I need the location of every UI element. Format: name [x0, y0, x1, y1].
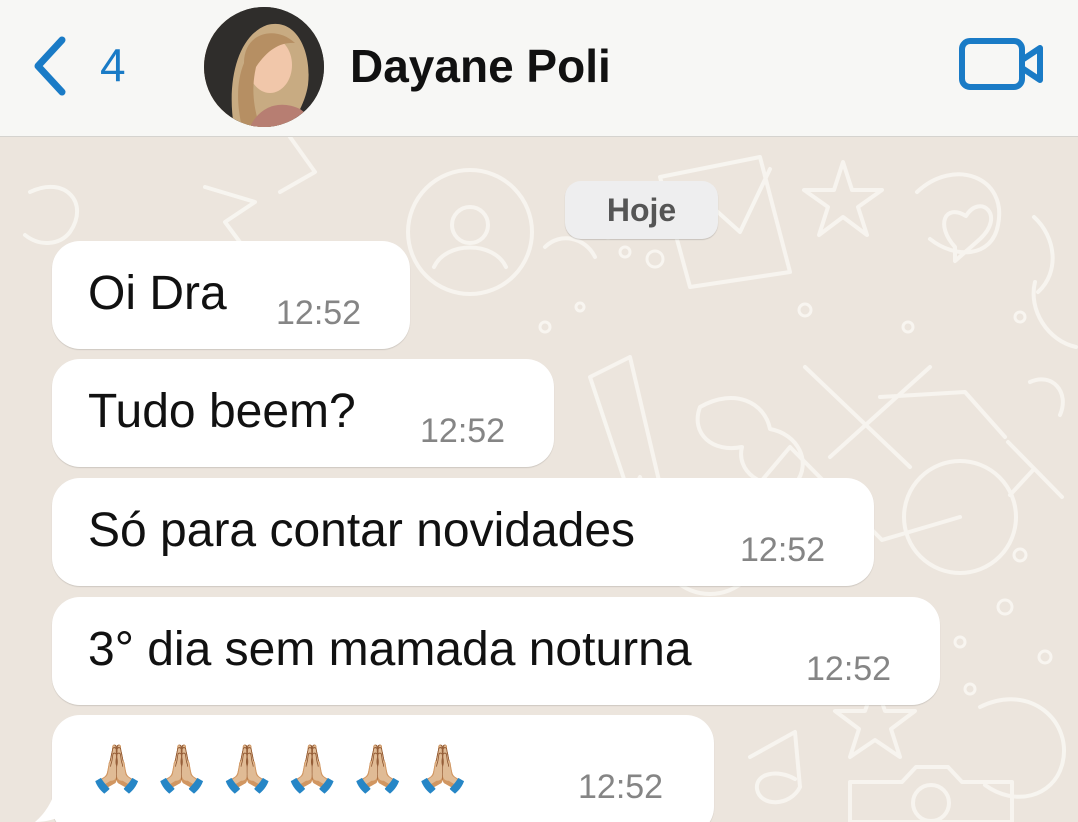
back-chevron-icon[interactable] [28, 34, 72, 98]
message-bubble[interactable]: Tudo beem? 12:52 [52, 359, 554, 467]
chat-area[interactable]: Hoje Oi Dra 12:52 Tudo beem? 12:52 Só pa… [0, 137, 1078, 822]
message-time: 12:52 [740, 531, 826, 569]
video-call-icon[interactable] [958, 36, 1046, 92]
message-bubble[interactable]: Só para contar novidades 12:52 [52, 478, 874, 586]
contact-avatar[interactable] [204, 7, 324, 127]
message-bubble[interactable]: Oi Dra 12:52 [52, 241, 410, 349]
message-time: 12:52 [276, 294, 362, 332]
message-time: 12:52 [806, 650, 892, 688]
message-text: Tudo beem? [88, 385, 356, 438]
contact-name[interactable]: Dayane Poli [350, 38, 611, 94]
message-bubble-tail [35, 792, 80, 822]
message-text: Oi Dra [88, 267, 227, 320]
chat-header: 4 Dayane Poli [0, 0, 1078, 137]
message-time: 12:52 [578, 768, 664, 806]
date-separator: Hoje [565, 181, 718, 239]
message-text: Só para contar novidades [88, 504, 636, 557]
message-bubble[interactable]: 3° dia sem mamada noturna 12:52 [52, 597, 940, 705]
prayer-emoji-message: 🙏🏼🙏🏼🙏🏼🙏🏼🙏🏼🙏🏼 [88, 742, 480, 794]
message-bubble[interactable]: 🙏🏼🙏🏼🙏🏼🙏🏼🙏🏼🙏🏼 12:52 [52, 715, 714, 822]
message-text: 3° dia sem mamada noturna [88, 623, 692, 676]
message-time: 12:52 [420, 412, 506, 450]
unread-count[interactable]: 4 [100, 38, 126, 92]
